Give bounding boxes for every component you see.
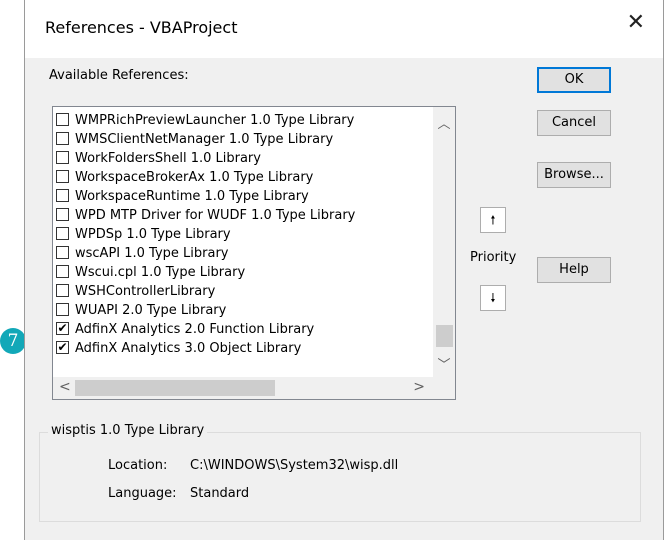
reference-checkbox[interactable] — [56, 113, 69, 126]
cancel-button[interactable]: Cancel — [537, 110, 611, 136]
references-dialog: References - VBAProject ✕ Available Refe… — [24, 0, 664, 540]
reference-checkbox[interactable] — [56, 284, 69, 297]
language-value: Standard — [190, 486, 250, 501]
reference-item[interactable]: WUAPI 2.0 Type Library — [53, 301, 433, 320]
reference-label: Wscui.cpl 1.0 Type Library — [75, 265, 246, 280]
reference-checkbox[interactable] — [56, 151, 69, 164]
available-references-label: Available References: — [49, 68, 189, 83]
reference-label: WPDSp 1.0 Type Library — [75, 227, 231, 242]
close-icon[interactable]: ✕ — [627, 12, 645, 34]
selected-reference-group: wisptis 1.0 Type Library Location: C:\WI… — [39, 423, 641, 522]
vertical-scrollbar[interactable]: ︿ ﹀ — [433, 107, 455, 379]
arrow-up-icon: 🠕 — [490, 213, 496, 227]
reference-label: wscAPI 1.0 Type Library — [75, 246, 229, 261]
reference-label: WSHControllerLibrary — [75, 284, 216, 299]
reference-item[interactable]: WorkspaceBrokerAx 1.0 Type Library — [53, 168, 433, 187]
reference-checkbox[interactable] — [56, 246, 69, 259]
scroll-corner — [433, 377, 455, 399]
references-list[interactable]: WMPRichPreviewLauncher 1.0 Type Library W… — [52, 106, 456, 400]
location-value: C:\WINDOWS\System32\wisp.dll — [190, 458, 399, 473]
reference-checkbox[interactable] — [56, 227, 69, 240]
reference-item[interactable]: WorkFoldersShell 1.0 Library — [53, 149, 433, 168]
reference-item[interactable]: WMPRichPreviewLauncher 1.0 Type Library — [53, 111, 433, 130]
reference-checkbox[interactable] — [56, 189, 69, 202]
horizontal-scroll-thumb[interactable] — [75, 380, 275, 396]
reference-label: WPD MTP Driver for WUDF 1.0 Type Library — [75, 208, 356, 223]
reference-item[interactable]: WorkspaceRuntime 1.0 Type Library — [53, 187, 433, 206]
reference-item[interactable]: WPD MTP Driver for WUDF 1.0 Type Library — [53, 206, 433, 225]
horizontal-scrollbar[interactable]: < > — [53, 377, 433, 399]
reference-checkbox[interactable] — [56, 170, 69, 183]
language-label: Language: — [108, 486, 177, 501]
step-number-badge: 7 — [0, 328, 26, 354]
priority-down-button[interactable]: 🠗 — [480, 285, 506, 311]
reference-label: WorkspaceRuntime 1.0 Type Library — [75, 189, 309, 204]
reference-checkbox[interactable] — [56, 303, 69, 316]
reference-checkbox[interactable]: ✔ — [56, 322, 69, 335]
reference-checkbox[interactable] — [56, 208, 69, 221]
title-bar: References - VBAProject ✕ — [25, 0, 663, 58]
reference-checkbox[interactable] — [56, 265, 69, 278]
references-rows: WMPRichPreviewLauncher 1.0 Type Library W… — [53, 111, 433, 358]
reference-item[interactable]: ✔ AdfinX Analytics 2.0 Function Library — [53, 320, 433, 339]
scroll-down-icon[interactable]: ﹀ — [433, 354, 455, 373]
help-button[interactable]: Help — [537, 257, 611, 283]
vertical-scroll-thumb[interactable] — [436, 325, 453, 347]
reference-checkbox[interactable]: ✔ — [56, 341, 69, 354]
reference-label: WMPRichPreviewLauncher 1.0 Type Library — [75, 113, 355, 128]
ok-button[interactable]: OK — [537, 67, 611, 93]
reference-checkbox[interactable] — [56, 132, 69, 145]
reference-label: WorkFoldersShell 1.0 Library — [75, 151, 261, 166]
selected-reference-title: wisptis 1.0 Type Library — [48, 423, 208, 438]
reference-item[interactable]: WPDSp 1.0 Type Library — [53, 225, 433, 244]
reference-item[interactable]: Wscui.cpl 1.0 Type Library — [53, 263, 433, 282]
reference-label: WorkspaceBrokerAx 1.0 Type Library — [75, 170, 314, 185]
scroll-right-icon[interactable]: > — [413, 379, 425, 395]
scroll-up-icon[interactable]: ︿ — [433, 113, 455, 132]
arrow-down-icon: 🠗 — [490, 291, 496, 305]
dialog-title: References - VBAProject — [45, 18, 238, 37]
reference-item[interactable]: WMSClientNetManager 1.0 Type Library — [53, 130, 433, 149]
location-label: Location: — [108, 458, 168, 473]
reference-item[interactable]: wscAPI 1.0 Type Library — [53, 244, 433, 263]
scroll-left-icon[interactable]: < — [59, 379, 71, 395]
browse-button[interactable]: Browse... — [537, 162, 611, 188]
reference-item[interactable]: WSHControllerLibrary — [53, 282, 433, 301]
priority-label: Priority — [470, 250, 517, 265]
reference-label: AdfinX Analytics 2.0 Function Library — [75, 322, 315, 337]
reference-label: WUAPI 2.0 Type Library — [75, 303, 227, 318]
reference-label: WMSClientNetManager 1.0 Type Library — [75, 132, 334, 147]
reference-label: AdfinX Analytics 3.0 Object Library — [75, 341, 302, 356]
priority-up-button[interactable]: 🠕 — [480, 207, 506, 233]
reference-item[interactable]: ✔ AdfinX Analytics 3.0 Object Library — [53, 339, 433, 358]
